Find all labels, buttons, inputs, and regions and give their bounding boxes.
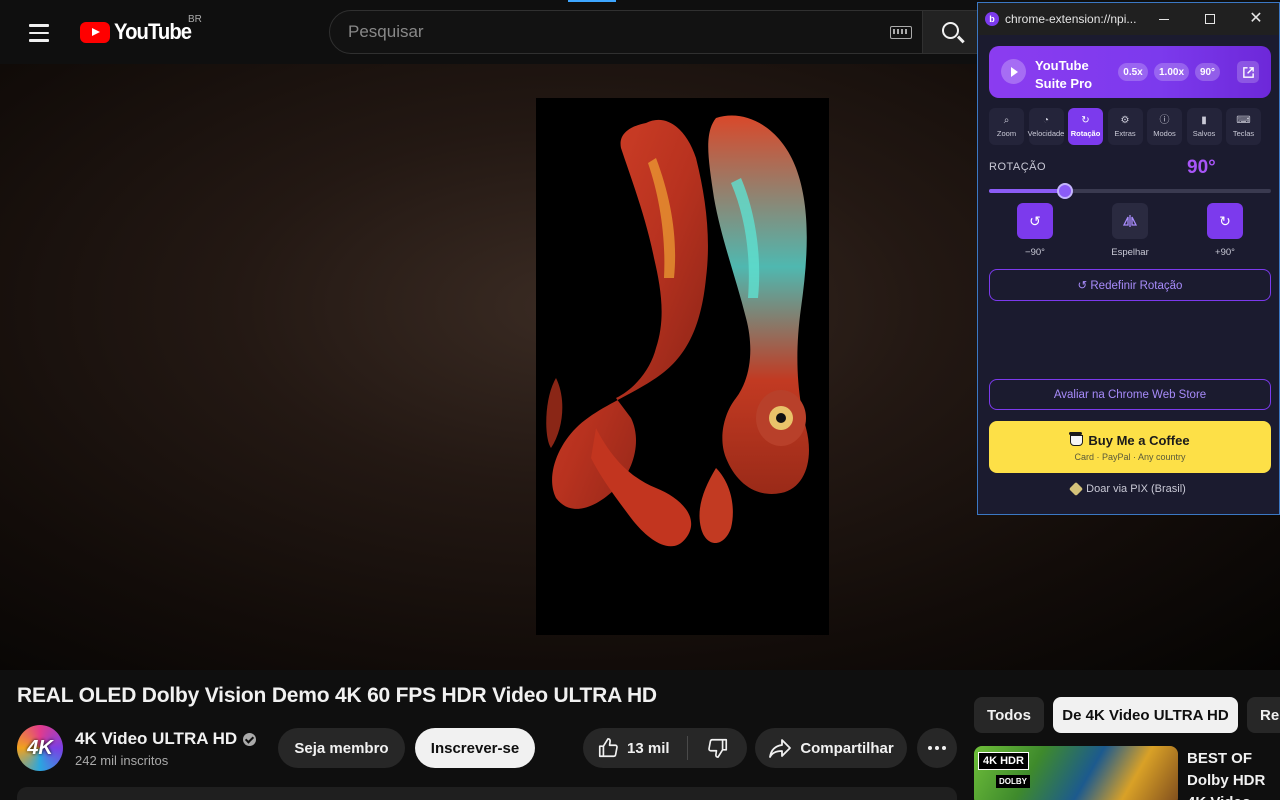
rotation-slider[interactable] bbox=[989, 183, 1271, 199]
logo-text: YouTube bbox=[114, 19, 192, 44]
rotate-left-button[interactable]: ↺ bbox=[1017, 203, 1053, 239]
open-external-icon[interactable] bbox=[1237, 61, 1259, 83]
rotation-badge[interactable]: 90° bbox=[1195, 63, 1220, 81]
chip-all[interactable]: Todos bbox=[974, 697, 1044, 733]
channel-name-link[interactable]: 4K Video ULTRA HD bbox=[75, 729, 257, 749]
rotate-icon: ↻ bbox=[1081, 115, 1090, 126]
chameleon-image bbox=[546, 115, 809, 547]
tab-label: Zoom bbox=[996, 129, 1017, 138]
close-icon[interactable]: ✕ bbox=[1233, 3, 1279, 35]
search-icon bbox=[942, 21, 959, 39]
slider-thumb[interactable] bbox=[1057, 183, 1074, 199]
slider-fill bbox=[989, 189, 1066, 193]
search-box bbox=[329, 10, 923, 54]
youtube-watch-page: YouTube BR Pesquisar REAL OLED Dolby Vis… bbox=[0, 0, 1280, 800]
avatar-text: 4K bbox=[27, 736, 53, 759]
speedometer-icon: ◔ bbox=[1042, 115, 1050, 126]
youtube-play-icon bbox=[80, 21, 110, 43]
channel-name: 4K Video ULTRA HD bbox=[75, 729, 238, 748]
coffee-subtitle: Card · PayPal · Any country bbox=[1074, 451, 1186, 462]
join-membership-button[interactable]: Seja membro bbox=[278, 728, 405, 768]
minimize-icon[interactable] bbox=[1141, 3, 1187, 35]
youtube-logo[interactable]: YouTube bbox=[80, 19, 198, 45]
search-input[interactable] bbox=[330, 22, 890, 42]
description-box[interactable] bbox=[17, 787, 957, 800]
more-actions-icon[interactable] bbox=[917, 728, 957, 768]
tab-modos[interactable]: ⓘ Modos bbox=[1147, 108, 1182, 145]
recommended-thumbnail[interactable]: 4K HDR DOLBY bbox=[974, 746, 1178, 800]
recommended-title[interactable]: BEST OF Dolby HDR 4K Video bbox=[1187, 748, 1280, 800]
tab-velocidade[interactable]: ◔ Velocidade bbox=[1027, 108, 1065, 145]
channel-avatar[interactable]: 4K bbox=[17, 725, 63, 771]
share-label: Compartilhar bbox=[800, 739, 894, 757]
hdr-badge: 4K HDR bbox=[978, 752, 1029, 770]
search-button[interactable] bbox=[923, 10, 983, 54]
hamburger-menu-icon[interactable] bbox=[20, 14, 58, 52]
pix-label: Doar via PIX (Brasil) bbox=[1086, 483, 1186, 495]
pix-donate-link[interactable]: Doar via PIX (Brasil) bbox=[978, 481, 1279, 497]
verified-check-icon bbox=[243, 732, 257, 746]
coffee-title: Buy Me a Coffee bbox=[1069, 431, 1190, 448]
tab-rotacao[interactable]: ↻ Rotação bbox=[1068, 108, 1103, 145]
rotate-left-label: −90° bbox=[1025, 247, 1045, 258]
tab-label: Teclas bbox=[1232, 129, 1255, 138]
chip-related[interactable]: Re bbox=[1247, 697, 1280, 733]
extension-header-card: YouTube Suite Pro 0.5x 1.00x 90° bbox=[989, 46, 1271, 98]
dolby-badge: DOLBY bbox=[996, 775, 1030, 788]
maximize-icon[interactable] bbox=[1187, 3, 1233, 35]
tab-teclas[interactable]: ⌨ Teclas bbox=[1226, 108, 1261, 145]
dislike-button[interactable] bbox=[688, 728, 747, 768]
rotation-label: ROTAÇÃO bbox=[989, 161, 1047, 173]
tab-salvos[interactable]: ▮ Salvos bbox=[1186, 108, 1222, 145]
keyboard-icon: ⌨ bbox=[1236, 115, 1251, 126]
pix-icon bbox=[1069, 481, 1084, 497]
zoom-badge[interactable]: 0.5x bbox=[1118, 63, 1148, 81]
share-button[interactable]: Compartilhar bbox=[755, 728, 907, 768]
coffee-title-text: Buy Me a Coffee bbox=[1088, 432, 1190, 448]
coffee-cup-icon bbox=[1069, 431, 1084, 446]
app-name: YouTube Suite Pro bbox=[1035, 58, 1093, 91]
extension-popup-window: b chrome-extension://npi... ✕ YouTube Su… bbox=[977, 2, 1280, 515]
thumbs-down-icon bbox=[707, 738, 727, 758]
thumbs-up-icon bbox=[598, 738, 618, 758]
tab-label: Extras bbox=[1114, 129, 1136, 138]
loading-progress-bar bbox=[568, 0, 616, 2]
like-button[interactable]: 13 mil bbox=[583, 728, 687, 768]
tab-extras[interactable]: ⚙ Extras bbox=[1107, 108, 1143, 145]
share-arrow-icon bbox=[769, 739, 792, 758]
rate-extension-button[interactable]: Avaliar na Chrome Web Store bbox=[989, 379, 1271, 410]
extension-favicon-icon: b bbox=[985, 12, 999, 26]
mirror-button[interactable] bbox=[1112, 203, 1148, 239]
video-title: REAL OLED Dolby Vision Demo 4K 60 FPS HD… bbox=[17, 684, 657, 707]
bookmark-icon: ▮ bbox=[1201, 115, 1207, 126]
tab-label: Salvos bbox=[1192, 129, 1216, 138]
subscribe-button[interactable]: Inscrever-se bbox=[415, 728, 535, 768]
rotate-right-label: +90° bbox=[1215, 247, 1235, 258]
tab-label: Velocidade bbox=[1027, 129, 1065, 138]
tab-zoom[interactable]: ⌕ Zoom bbox=[989, 108, 1024, 145]
speed-badge[interactable]: 1.00x bbox=[1154, 63, 1189, 81]
popup-url: chrome-extension://npi... bbox=[1005, 12, 1137, 26]
popup-titlebar: b chrome-extension://npi... ✕ bbox=[978, 3, 1279, 35]
reset-rotation-button[interactable]: ↺ Redefinir Rotação bbox=[989, 269, 1271, 301]
mirror-icon bbox=[1123, 215, 1137, 227]
chip-channel[interactable]: De 4K Video ULTRA HD bbox=[1053, 697, 1238, 733]
like-count: 13 mil bbox=[627, 739, 670, 757]
gear-icon: ⚙ bbox=[1120, 115, 1130, 126]
subscriber-count: 242 mil inscritos bbox=[75, 753, 169, 768]
buy-me-a-coffee-button[interactable]: Buy Me a Coffee Card · PayPal · Any coun… bbox=[989, 421, 1271, 473]
rotation-value: 90° bbox=[1187, 157, 1216, 178]
zoom-icon: ⌕ bbox=[1003, 115, 1010, 126]
like-dislike-group: 13 mil bbox=[583, 728, 747, 768]
tab-label: Rotação bbox=[1070, 129, 1101, 138]
app-play-icon bbox=[1001, 59, 1026, 84]
mirror-label: Espelhar bbox=[1111, 247, 1149, 258]
keyboard-icon[interactable] bbox=[890, 25, 912, 39]
rotated-video-frame bbox=[536, 98, 829, 635]
tab-label: Modos bbox=[1153, 129, 1176, 138]
country-code: BR bbox=[188, 14, 202, 25]
rotate-right-button[interactable]: ↻ bbox=[1207, 203, 1243, 239]
info-icon: ⓘ bbox=[1159, 115, 1170, 126]
